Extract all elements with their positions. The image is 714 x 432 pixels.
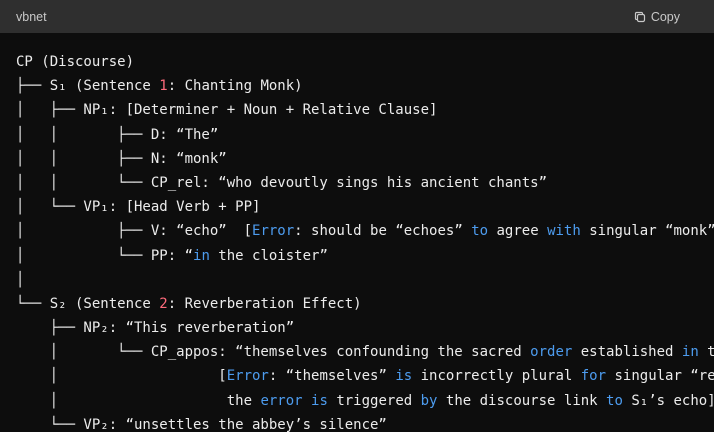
- code-block: vbnet Copy CP (Discourse) ├── S₁ (Sentenc…: [0, 0, 714, 432]
- code-text: │ └── VP₁: [Head Verb + PP]: [16, 199, 261, 216]
- copy-label: Copy: [650, 9, 680, 24]
- code-line: │ │ ├── D: “The”: [16, 123, 714, 147]
- code-text: │ the: [16, 392, 261, 409]
- code-text: └── VP₂: “unsettles the abbey’s silence”: [16, 416, 387, 432]
- code-text: │ │ └── CP_rel: “who devoutly sings his …: [16, 174, 548, 191]
- code-token: 2: [159, 295, 168, 312]
- code-token: Error: [226, 368, 269, 385]
- code-text: : should be “echoes”: [294, 223, 472, 240]
- code-token: with: [547, 223, 581, 240]
- code-text: incorrectly plural: [412, 368, 581, 385]
- code-text: CP (Discourse): [16, 54, 135, 70]
- code-text: └── S₂ (Sentence: [16, 295, 160, 312]
- code-token: 1: [159, 78, 168, 95]
- code-line: │ the error is triggered by the discours…: [16, 389, 714, 413]
- code-line: CP (Discourse): [16, 50, 714, 74]
- code-token: order: [530, 344, 573, 361]
- code-text: │ ├── NP₁: [Determiner + Noun + Relative…: [16, 102, 438, 119]
- code-line: ├── S₁ (Sentence 1: Chanting Monk): [16, 74, 714, 98]
- code-text: agree: [488, 223, 548, 240]
- code-text: triggered: [327, 392, 421, 409]
- code-text: the cloister”: [209, 247, 328, 264]
- code-text: │ │ ├── N: “monk”: [16, 150, 227, 167]
- code-token: error: [260, 392, 303, 409]
- code-token: to: [606, 392, 623, 409]
- code-line: │ └── VP₁: [Head Verb + PP]: [16, 195, 714, 219]
- code-text: singular “reverberation”;: [614, 368, 714, 385]
- code-line: │ │ ├── N: “monk”: [16, 147, 714, 171]
- code-line: └── VP₂: “unsettles the abbey’s silence”: [16, 413, 714, 432]
- code-token: to: [471, 223, 489, 240]
- code-text: : Reverberation Effect): [167, 295, 362, 312]
- code-text: │ │ ├── D: “The”: [16, 126, 219, 143]
- code-text: ├── S₁ (Sentence: [16, 78, 160, 95]
- code-text: : Chanting Monk): [167, 78, 303, 95]
- code-line: │ [Error: “themselves” is incorrectly pl…: [16, 364, 714, 388]
- code-text: S₁’s echo]: [622, 392, 714, 409]
- copy-icon: [634, 11, 646, 23]
- code-line: │ └── CP_appos: “themselves confounding …: [16, 340, 714, 364]
- code-text: established: [572, 344, 682, 361]
- code-token: for: [580, 368, 607, 385]
- code-token: is: [395, 368, 413, 385]
- code-line: │ ├── V: “echo” [Error: should be “echoe…: [16, 219, 714, 243]
- code-text: │ ├── V: “echo” [: [16, 223, 253, 240]
- code-text: singular “monk”]: [580, 223, 714, 240]
- code-line: │ │ └── CP_rel: “who devoutly sings his …: [16, 171, 714, 195]
- code-text: the discourse link: [437, 392, 607, 409]
- code-text: │ [: [16, 368, 227, 385]
- code-text: │ └── PP: “: [16, 247, 194, 264]
- code-line: └── S₂ (Sentence 2: Reverberation Effect…: [16, 292, 714, 316]
- code-token: in: [193, 247, 210, 264]
- code-text: │ └── CP_appos: “themselves confounding …: [16, 344, 531, 361]
- code-token: Error: [252, 223, 295, 240]
- code-text: ├── NP₂: “This reverberation”: [16, 320, 295, 337]
- code-line: │ └── PP: “in the cloister”: [16, 244, 714, 268]
- code-token: in: [681, 344, 699, 361]
- code-text: │: [16, 271, 25, 288]
- language-label: vbnet: [16, 9, 47, 24]
- code-token: by: [420, 392, 438, 409]
- code-line: │: [16, 268, 714, 292]
- code-content: CP (Discourse) ├── S₁ (Sentence 1: Chanti…: [16, 50, 714, 432]
- code-text: : “themselves”: [268, 368, 396, 385]
- code-token: is: [311, 392, 328, 409]
- code-block-header: vbnet Copy: [0, 0, 714, 33]
- copy-button[interactable]: Copy: [634, 10, 680, 24]
- code-text: the: [707, 344, 714, 361]
- code-line: ├── NP₂: “This reverberation”: [16, 316, 714, 340]
- code-line: │ ├── NP₁: [Determiner + Noun + Relative…: [16, 98, 714, 122]
